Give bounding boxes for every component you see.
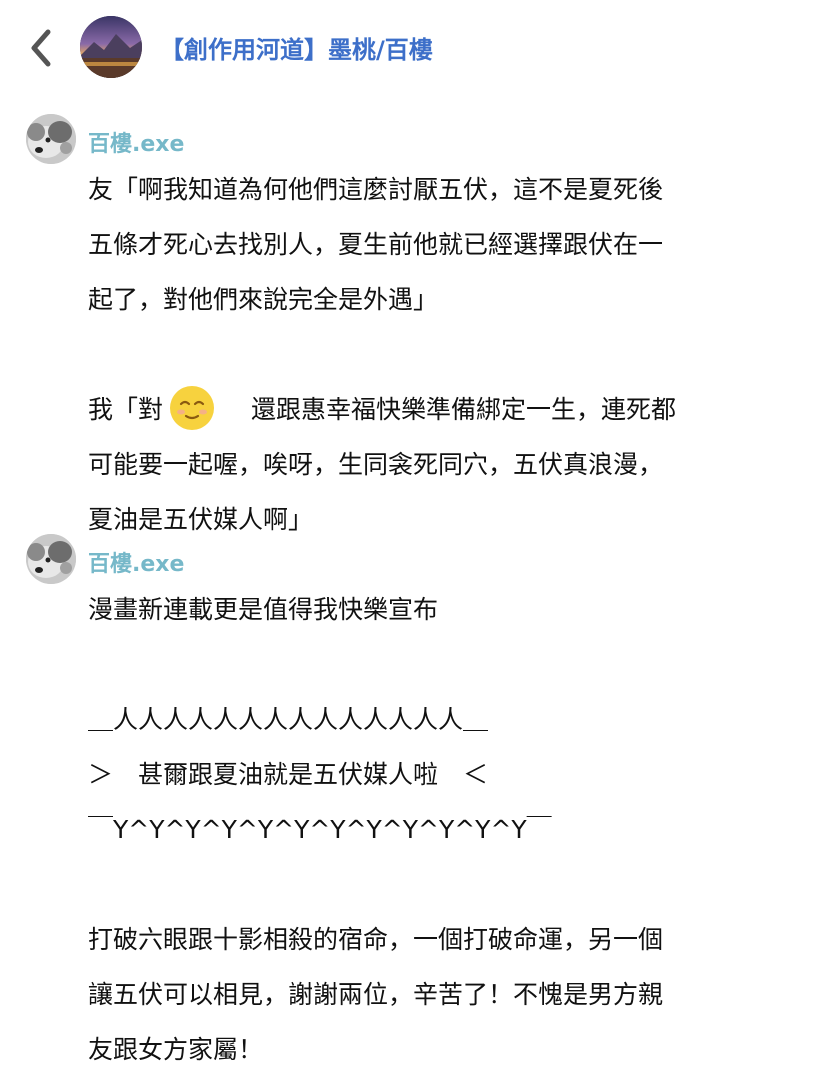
channel-avatar-image bbox=[80, 16, 142, 78]
message-line: 可能要一起喔，唉呀，生同衾死同穴，五伏真浪漫， bbox=[88, 450, 664, 479]
message-line: ＿人人人人人人人人人人人人人人＿ bbox=[88, 705, 489, 734]
username[interactable]: 百樓.exe bbox=[88, 546, 184, 578]
message-line: ＞ 甚爾跟夏油就是五伏媒人啦 ＜ bbox=[88, 760, 489, 789]
chevron-left-icon bbox=[31, 29, 51, 67]
channel-title[interactable]: 【創作用河道】墨桃/百樓 bbox=[160, 30, 433, 65]
message-line: 夏油是五伏媒人啊」 bbox=[88, 505, 314, 534]
dog-avatar-image bbox=[26, 114, 76, 164]
relieved-face-emoji bbox=[170, 386, 215, 430]
dog-avatar-image bbox=[26, 534, 76, 584]
back-button[interactable] bbox=[22, 24, 58, 72]
message-line: ￣Y^Y^Y^Y^Y^Y^Y^Y^Y^Y^Y^Y￣ bbox=[88, 815, 552, 844]
message-line: 我「對 bbox=[88, 395, 164, 424]
channel-avatar[interactable] bbox=[80, 16, 142, 78]
message-line: 還跟惠幸福快樂準備綁定一生，連死都 bbox=[251, 395, 677, 424]
message-line: 友「啊我知道為何他們這麼討厭五伏，這不是夏死後 bbox=[88, 175, 664, 204]
avatar[interactable] bbox=[26, 534, 76, 584]
avatar[interactable] bbox=[26, 114, 76, 164]
message-text: 漫畫新連載更是值得我快樂宣布 ＿人人人人人人人人人人人人人人＿ ＞ 甚爾跟夏油就… bbox=[88, 582, 788, 1077]
chat-header: 【創作用河道】墨桃/百樓 bbox=[0, 0, 816, 96]
message-text: 友「啊我知道為何他們這麼討厭五伏，這不是夏死後 五條才死心去找別人，夏生前他就已… bbox=[88, 162, 788, 547]
message-line: 友跟女方家屬！ bbox=[88, 1035, 264, 1064]
message-line: 漫畫新連載更是值得我快樂宣布 bbox=[88, 595, 439, 624]
message-line: 起了，對他們來說完全是外遇」 bbox=[88, 285, 439, 314]
message-line: 打破六眼跟十影相殺的宿命，一個打破命運，另一個 bbox=[88, 925, 664, 954]
message-line: 五條才死心去找別人，夏生前他就已經選擇跟伏在一 bbox=[88, 230, 664, 259]
message-line: 讓五伏可以相見，謝謝兩位，辛苦了！不愧是男方親 bbox=[88, 980, 664, 1009]
username[interactable]: 百樓.exe bbox=[88, 126, 184, 158]
